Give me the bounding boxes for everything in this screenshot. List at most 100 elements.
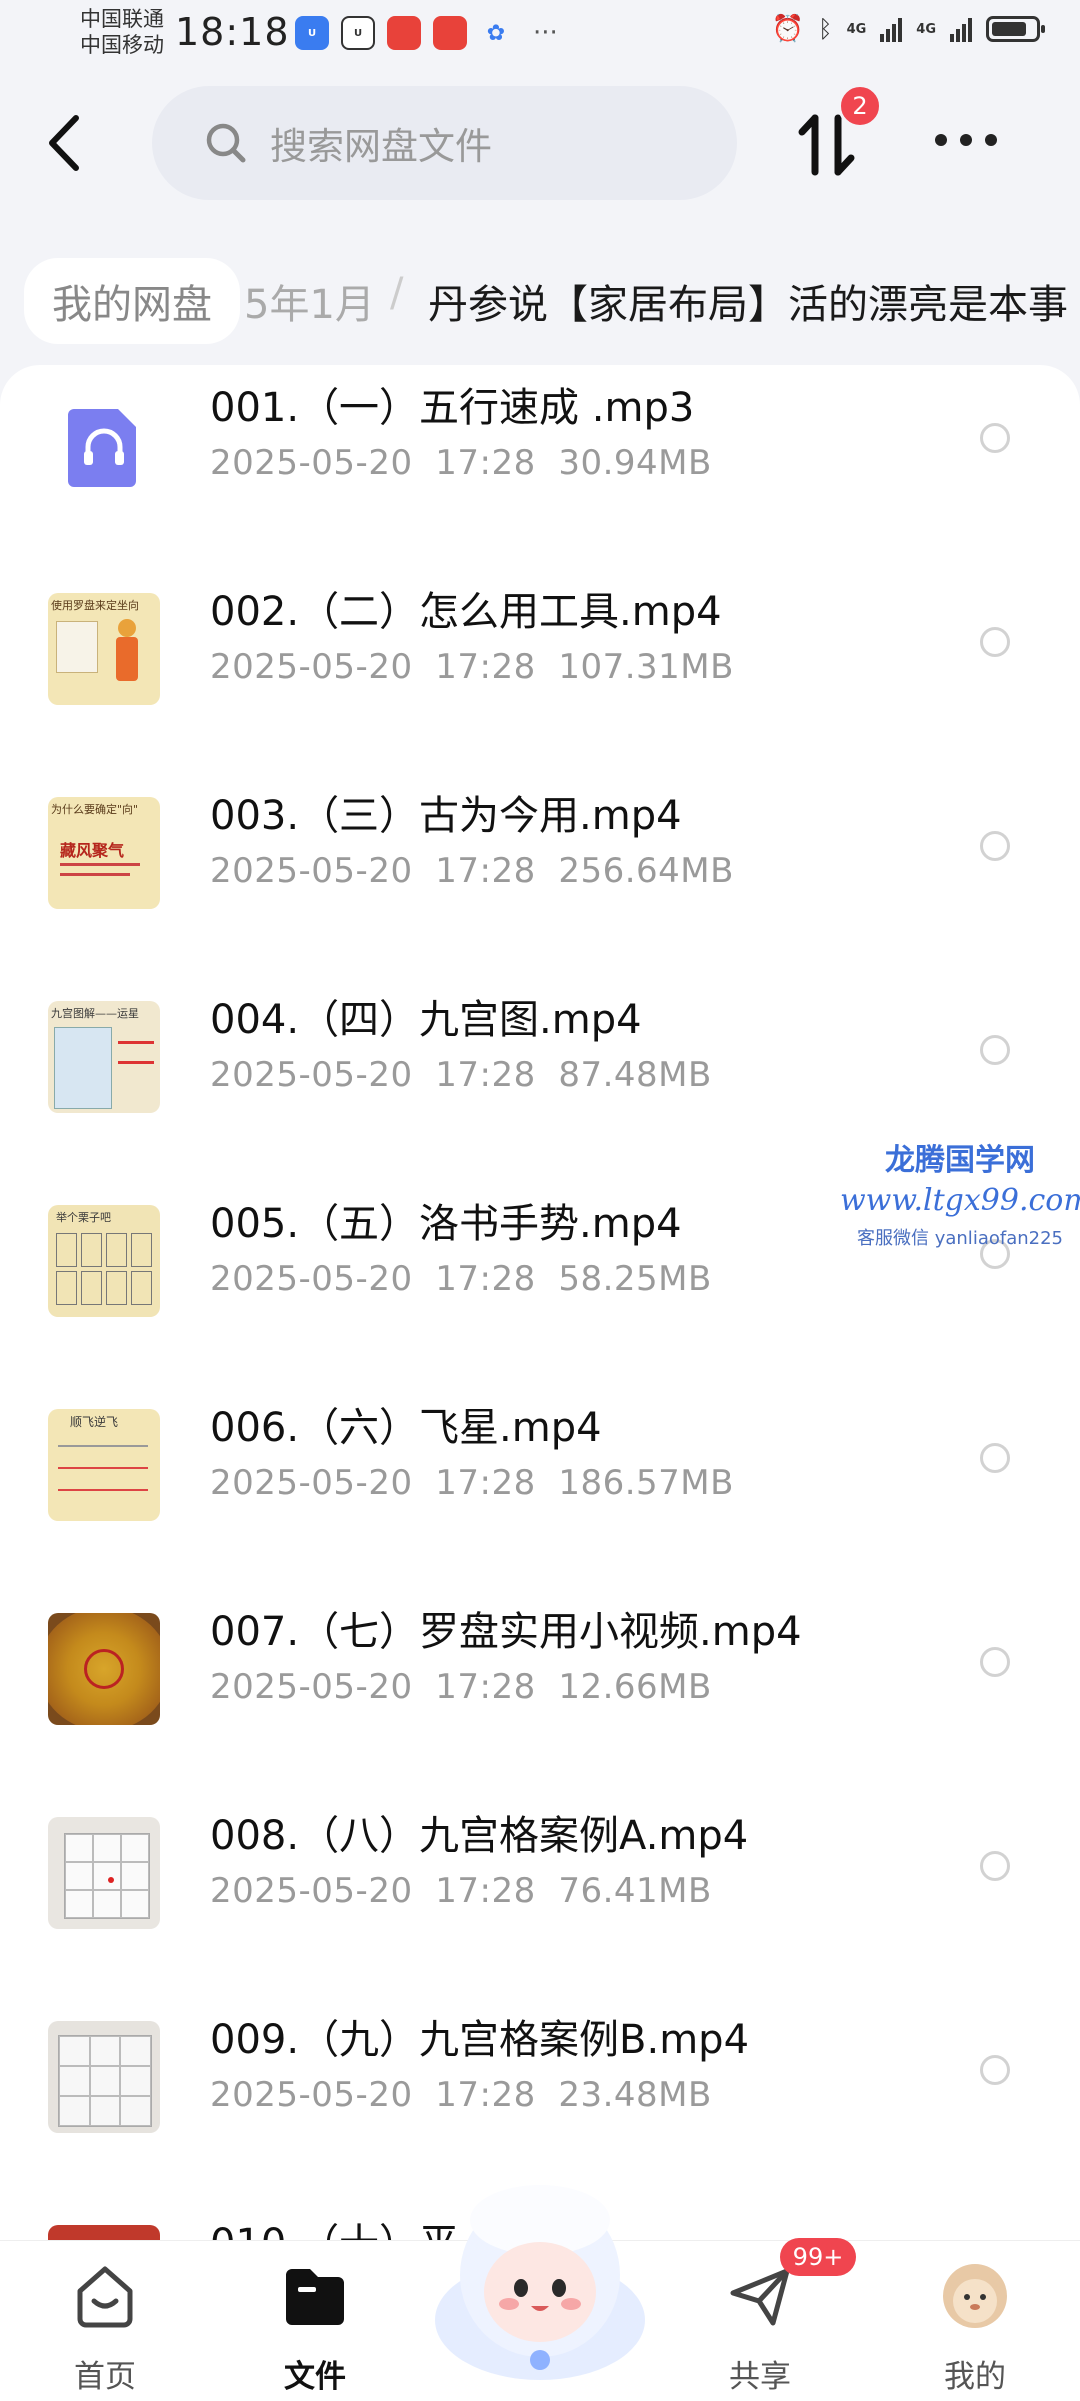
mascot-icon xyxy=(435,2185,645,2380)
back-button[interactable] xyxy=(40,108,90,178)
file-size: 186.57MB xyxy=(558,1463,734,1503)
file-name: 007.（七）罗盘实用小视频.mp4 xyxy=(210,1609,802,1655)
file-size: 256.64MB xyxy=(558,851,734,891)
file-name: 002.（二）怎么用工具.mp4 xyxy=(210,589,722,635)
file-size: 87.48MB xyxy=(558,1055,712,1095)
thumbnail-caption-2: 藏风聚气 xyxy=(60,841,125,860)
file-meta: 2025-05-20 17:28 186.57MB xyxy=(210,1463,734,1503)
thumbnail-caption: 举个栗子吧 xyxy=(56,1211,111,1224)
video-thumbnail xyxy=(48,2021,160,2133)
select-checkbox[interactable] xyxy=(980,1851,1010,1881)
network-type-2: 4G xyxy=(916,21,936,37)
breadcrumb-root[interactable]: 我的网盘 xyxy=(24,258,240,344)
baidu-paw-icon: ✿ xyxy=(486,20,506,46)
more-notifications-icon: ··· xyxy=(533,18,558,48)
file-row[interactable]: 008.（八）九宫格案例A.mp4 2025-05-20 17:28 76.41… xyxy=(0,1793,1080,1997)
watermark-contact: 客服微信 yanliaofan225 xyxy=(857,1228,1063,1249)
file-row[interactable]: 001.（一）五行速成 .mp3 2025-05-20 17:28 30.94M… xyxy=(0,365,1080,569)
file-time: 17:28 xyxy=(435,647,536,687)
status-bar: 中国联通 中国移动 18:18 U U ✿ ··· ⏰ ᛒ 4G 4G xyxy=(0,0,1080,74)
tab-share[interactable]: 共享 xyxy=(690,2261,830,2395)
alarm-icon: ⏰ xyxy=(771,14,805,44)
file-name: 003.（三）古为今用.mp4 xyxy=(210,793,682,839)
clock: 18:18 xyxy=(175,10,290,54)
app-notification-icon: U xyxy=(341,16,375,50)
breadcrumb-folder[interactable]: 5年1月 xyxy=(244,272,375,330)
bluetooth-icon: ᛒ xyxy=(818,15,833,43)
file-time: 17:28 xyxy=(435,1871,536,1911)
file-size: 107.31MB xyxy=(558,647,734,687)
file-meta: 2025-05-20 17:28 107.31MB xyxy=(210,647,734,687)
chevron-left-icon xyxy=(49,115,79,171)
file-name: 005.（五）洛书手势.mp4 xyxy=(210,1201,682,1247)
file-size: 76.41MB xyxy=(558,1871,712,1911)
tab-mine[interactable]: 我的 xyxy=(905,2261,1045,2395)
share-badge: 99+ xyxy=(780,2238,856,2276)
file-size: 23.48MB xyxy=(558,2075,712,2115)
file-date: 2025-05-20 xyxy=(210,1055,413,1095)
watermark-url: www.ltgx99.com xyxy=(840,1183,1080,1218)
carrier-2: 中国移动 xyxy=(80,33,164,57)
transfer-count-badge: 2 xyxy=(838,84,882,128)
video-thumbnail xyxy=(48,1613,160,1725)
network-type-1: 4G xyxy=(846,21,867,37)
video-thumbnail xyxy=(48,1817,160,1929)
home-icon xyxy=(77,2266,133,2328)
file-size: 12.66MB xyxy=(558,1667,712,1707)
video-thumbnail: 举个栗子吧 xyxy=(48,1205,160,1317)
send-icon xyxy=(730,2268,790,2326)
file-date: 2025-05-20 xyxy=(210,851,413,891)
file-meta: 2025-05-20 17:28 256.64MB xyxy=(210,851,734,891)
file-time: 17:28 xyxy=(435,443,536,483)
select-checkbox[interactable] xyxy=(980,1647,1010,1677)
select-checkbox[interactable] xyxy=(980,831,1010,861)
search-input[interactable]: 搜索网盘文件 xyxy=(152,86,737,200)
file-date: 2025-05-20 xyxy=(210,1667,413,1707)
tab-files[interactable]: 文件 xyxy=(245,2261,385,2395)
select-checkbox[interactable] xyxy=(980,1443,1010,1473)
tab-share-label: 共享 xyxy=(729,2359,791,2395)
file-time: 17:28 xyxy=(435,1667,536,1707)
file-meta: 2025-05-20 17:28 12.66MB xyxy=(210,1667,712,1707)
thumbnail-caption: 使用罗盘来定坐向 xyxy=(51,599,139,612)
file-row[interactable]: 顺飞逆飞 006.（六）飞星.mp4 2025-05-20 17:28 186.… xyxy=(0,1385,1080,1589)
file-time: 17:28 xyxy=(435,1055,536,1095)
select-checkbox[interactable] xyxy=(980,2055,1010,2085)
file-row[interactable]: 使用罗盘来定坐向 002.（二）怎么用工具.mp4 2025-05-20 17:… xyxy=(0,569,1080,773)
select-checkbox[interactable] xyxy=(980,1035,1010,1065)
select-checkbox[interactable] xyxy=(980,423,1010,453)
notification-icons: U U ✿ ··· xyxy=(295,16,558,50)
audio-file-icon xyxy=(48,389,160,501)
app-notification-icon: U xyxy=(295,16,329,50)
tab-mine-label: 我的 xyxy=(944,2359,1006,2395)
breadcrumb: 5年1月 / 丹参说【家居布局】活的漂亮是本事 我的网盘 xyxy=(0,240,1080,350)
tab-home[interactable]: 首页 xyxy=(35,2261,175,2395)
tab-home-label: 首页 xyxy=(74,2359,136,2395)
file-time: 17:28 xyxy=(435,851,536,891)
file-row[interactable]: 007.（七）罗盘实用小视频.mp4 2025-05-20 17:28 12.6… xyxy=(0,1589,1080,1793)
battery-icon xyxy=(986,16,1045,42)
huawei-notification-icon xyxy=(433,16,467,50)
more-options-button[interactable] xyxy=(935,128,997,152)
video-thumbnail: 顺飞逆飞 xyxy=(48,1409,160,1521)
avatar xyxy=(943,2264,1007,2328)
select-checkbox[interactable] xyxy=(980,627,1010,657)
breadcrumb-separator: / xyxy=(390,270,404,316)
file-name: 008.（八）九宫格案例A.mp4 xyxy=(210,1813,749,1859)
breadcrumb-current: 丹参说【家居布局】活的漂亮是本事 xyxy=(428,282,1068,328)
file-list: 001.（一）五行速成 .mp3 2025-05-20 17:28 30.94M… xyxy=(0,365,1080,2240)
file-date: 2025-05-20 xyxy=(210,1259,413,1299)
file-name: 004.（四）九宫图.mp4 xyxy=(210,997,642,1043)
huawei-notification-icon xyxy=(387,16,421,50)
video-thumbnail xyxy=(48,2225,160,2240)
file-date: 2025-05-20 xyxy=(210,443,413,483)
thumbnail-caption: 为什么要确定"向" xyxy=(51,803,139,816)
watermark: 龙腾国学网 www.ltgx99.com 客服微信 yanliaofan225 xyxy=(840,1135,1080,1250)
file-meta: 2025-05-20 17:28 87.48MB xyxy=(210,1055,712,1095)
ai-assistant-mascot[interactable] xyxy=(425,2180,655,2380)
dot-icon xyxy=(935,134,947,146)
file-date: 2025-05-20 xyxy=(210,647,413,687)
system-status-icons: ⏰ ᛒ 4G 4G xyxy=(771,14,1045,44)
file-row[interactable]: 为什么要确定"向" 藏风聚气 003.（三）古为今用.mp4 2025-05-2… xyxy=(0,773,1080,977)
file-row[interactable]: 009.（九）九宫格案例B.mp4 2025-05-20 17:28 23.48… xyxy=(0,1997,1080,2201)
